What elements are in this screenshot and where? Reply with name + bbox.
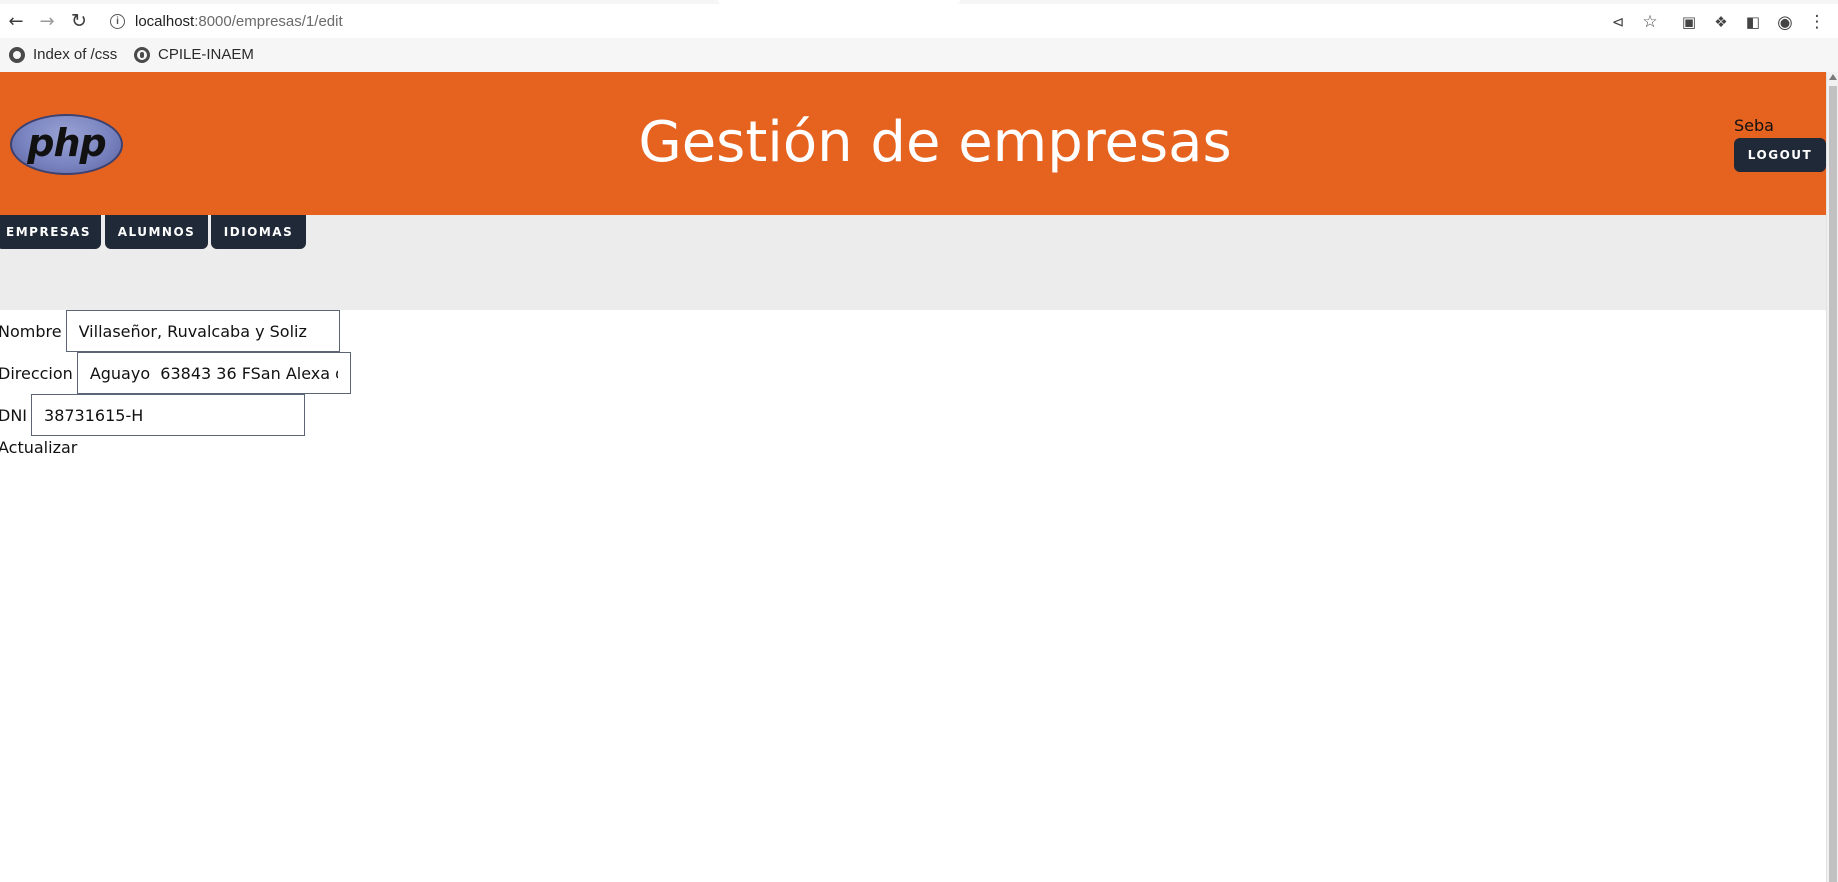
nombre-input[interactable] <box>65 310 340 352</box>
github-icon <box>134 46 150 63</box>
nombre-row: Nombre <box>0 310 340 352</box>
page-scrollbar[interactable] <box>1826 72 1838 882</box>
dni-row: DNI <box>0 394 306 436</box>
logout-button[interactable]: LOGOUT <box>1734 138 1826 172</box>
share-icon[interactable]: ⊲ <box>1606 10 1630 34</box>
nav-idiomas[interactable]: IDIOMAS <box>211 215 306 249</box>
reload-icon[interactable]: ↻ <box>66 8 92 34</box>
bookmark-index-css[interactable]: Index of /css <box>9 46 117 63</box>
direccion-row: Direccion <box>0 352 351 394</box>
site-info-icon[interactable]: i <box>110 14 125 29</box>
dni-label: DNI <box>0 405 28 425</box>
nav-empresas[interactable]: EMPRESAS <box>0 215 101 249</box>
site-header: php Gestión de empresas Seba LOGOUT <box>0 72 1826 215</box>
scroll-up-arrow-icon[interactable] <box>1829 74 1837 80</box>
globe-icon <box>9 46 25 63</box>
page-viewport: php Gestión de empresas Seba LOGOUT EMPR… <box>0 72 1826 882</box>
direccion-input[interactable] <box>76 352 351 394</box>
address-bar[interactable]: localhost:8000/empresas/1/edit <box>135 13 343 30</box>
screenshot-icon[interactable]: ▣ <box>1677 10 1701 34</box>
url-path: :8000/empresas/1/edit <box>194 13 343 30</box>
dni-input[interactable] <box>31 394 306 436</box>
side-panel-icon[interactable]: ◧ <box>1741 10 1765 34</box>
browser-chrome: ← → ↻ i localhost:8000/empresas/1/edit ⊲… <box>0 0 1838 72</box>
direccion-label: Direccion <box>0 363 73 383</box>
bookmark-star-icon[interactable]: ☆ <box>1638 10 1662 34</box>
menu-kebab-icon[interactable]: ⋮ <box>1805 10 1829 34</box>
profile-avatar-icon[interactable]: ◉ <box>1773 10 1797 34</box>
back-arrow-icon[interactable]: ← <box>3 8 29 34</box>
user-name: Seba <box>1734 116 1774 135</box>
nav-alumnos[interactable]: ALUMNOS <box>105 215 208 249</box>
url-host: localhost <box>135 13 195 30</box>
bookmark-cpile-inaem[interactable]: CPILE-INAEM <box>134 46 254 63</box>
extensions-icon[interactable]: ❖ <box>1709 10 1733 34</box>
bookmarks-bar: Index of /css CPILE-INAEM <box>0 38 1838 72</box>
bookmark-label: Index of /css <box>33 46 118 63</box>
scroll-thumb[interactable] <box>1829 86 1837 882</box>
actualizar-button[interactable]: Actualizar <box>0 438 77 457</box>
browser-toolbar: ← → ↻ i localhost:8000/empresas/1/edit ⊲… <box>0 4 1838 38</box>
page-title: Gestión de empresas <box>638 110 1232 175</box>
bookmark-label: CPILE-INAEM <box>158 46 254 63</box>
forward-arrow-icon[interactable]: → <box>34 8 60 34</box>
main-nav: EMPRESAS ALUMNOS IDIOMAS <box>0 215 1826 310</box>
nombre-label: Nombre <box>0 321 62 341</box>
